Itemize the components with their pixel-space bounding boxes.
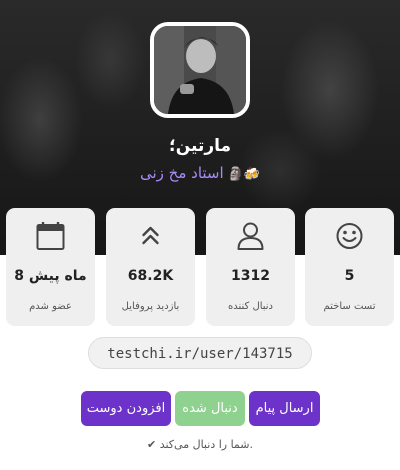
- following-button[interactable]: دنبال شده: [175, 391, 245, 426]
- stat-label: دنبال کننده: [227, 301, 274, 312]
- stats-row: 5 تست ساختم 1312 دنبال کننده 68.2K بازدی…: [0, 208, 400, 328]
- profile-tagline: استاد مخ زنی 🗿🍻: [0, 164, 400, 182]
- stat-card-views[interactable]: 68.2K بازدید پروفایل: [106, 208, 195, 326]
- user-icon: [237, 222, 264, 250]
- double-chevron-up-icon: [142, 226, 159, 245]
- stat-card-followers[interactable]: 1312 دنبال کننده: [206, 208, 295, 326]
- stat-label: بازدید پروفایل: [121, 301, 180, 312]
- stat-value: 1312: [231, 268, 270, 284]
- tagline-emojis: 🗿🍻: [227, 167, 261, 182]
- stat-card-tests[interactable]: 5 تست ساختم: [305, 208, 394, 326]
- stat-card-member-since[interactable]: 8 ماه پیش عضو شدم: [6, 208, 95, 326]
- profile-link[interactable]: testchi.ir/user/143715: [88, 337, 312, 369]
- profile-name: مارتین؛: [168, 136, 232, 156]
- stat-value: 68.2K: [127, 268, 174, 284]
- stat-value: 5: [344, 268, 355, 284]
- add-friend-button[interactable]: افزودن دوست: [81, 391, 171, 426]
- follows-you-note: ✔ شما را دنبال می‌کند.: [146, 438, 254, 451]
- send-message-button[interactable]: ارسال پیام: [249, 391, 320, 426]
- tagline-text: استاد مخ زنی: [139, 164, 224, 182]
- calendar-icon: [36, 222, 65, 250]
- stat-value: 8 ماه پیش: [14, 268, 87, 284]
- stat-label: عضو شدم: [29, 301, 72, 312]
- smiley-icon: [336, 223, 363, 249]
- avatar[interactable]: [150, 22, 250, 118]
- stat-label: تست ساختم: [323, 301, 376, 312]
- avatar-photo: [154, 26, 246, 114]
